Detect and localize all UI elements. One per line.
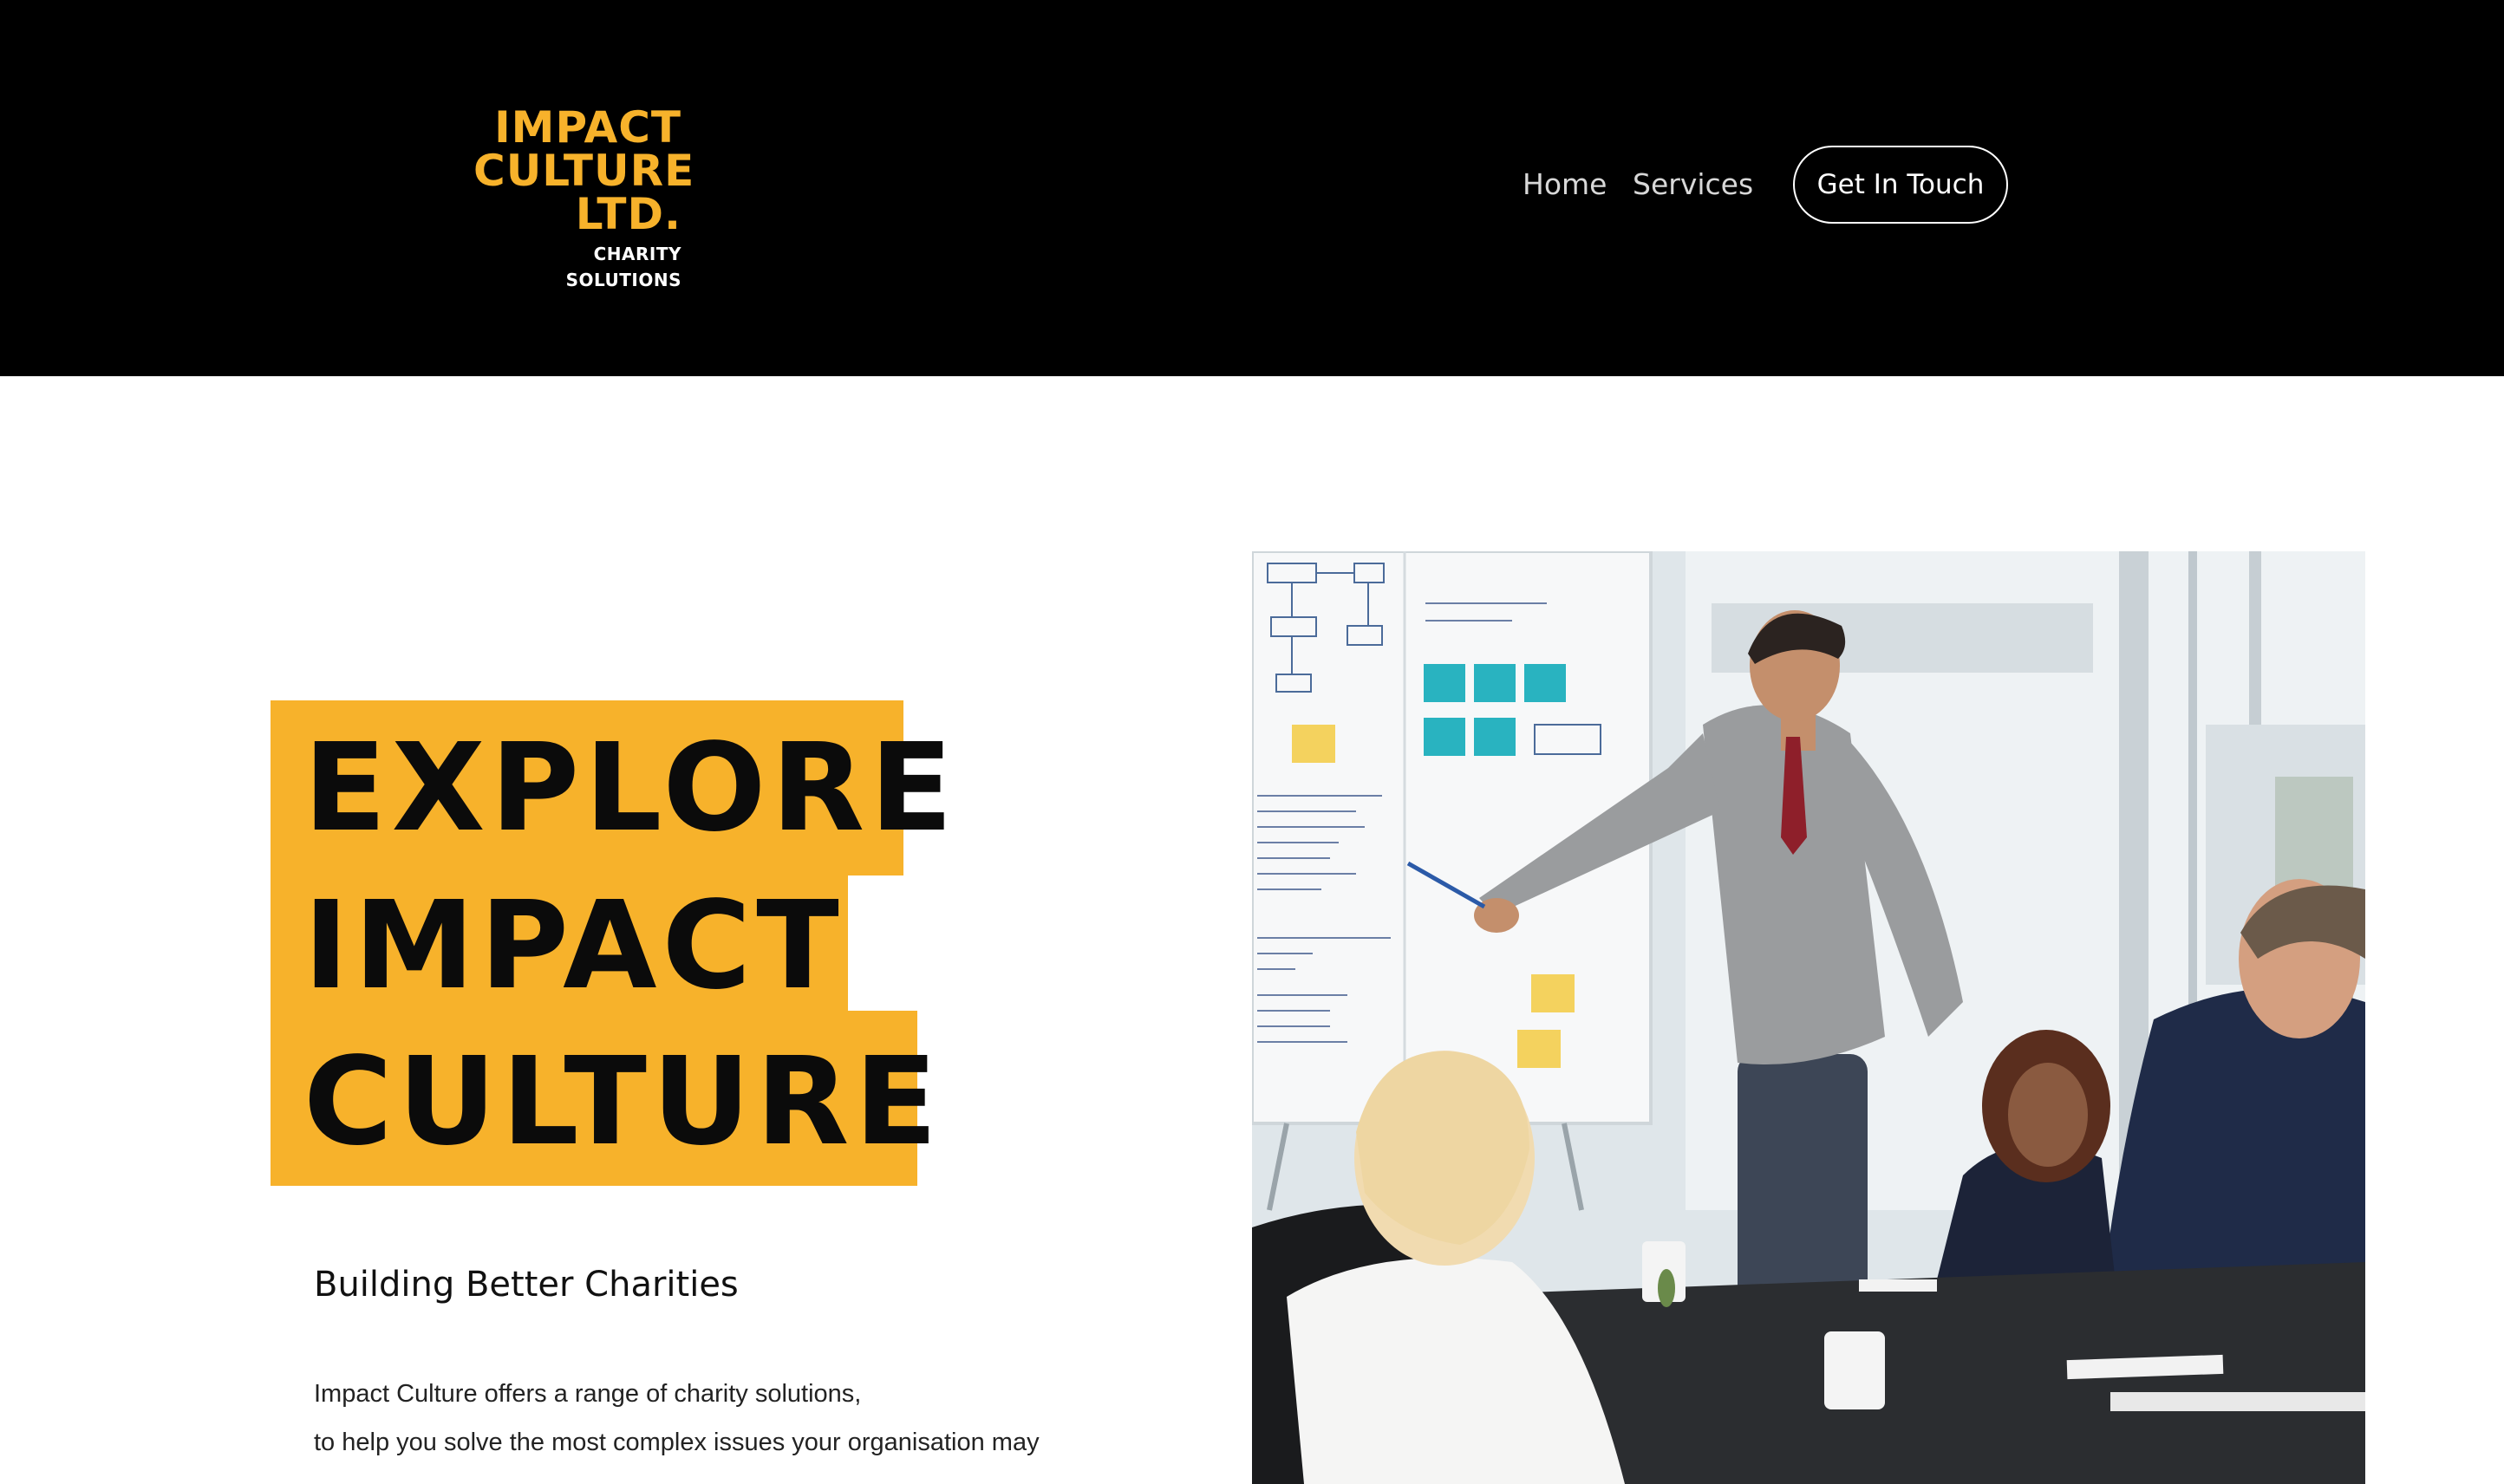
headline-line-culture: CULTURE: [303, 1032, 943, 1173]
site-header: IMPACT CULTURE LTD. CHARITY SOLUTIONS Ho…: [0, 0, 2504, 376]
hero-description-line: Impact Culture offers a range of charity…: [314, 1380, 862, 1408]
hero-photo-meeting: [1252, 551, 2365, 1484]
logo-line-culture: CULTURE: [473, 146, 695, 196]
get-in-touch-button[interactable]: Get In Touch: [1793, 146, 2008, 224]
logo-line-impact: IMPACT: [494, 102, 681, 153]
hero-description-line: to help you solve the most complex issue…: [314, 1429, 1040, 1456]
main-nav: Home Services: [1509, 163, 1769, 206]
hero-description: Impact Culture offers a range of charity…: [314, 1370, 1094, 1467]
hero-subtitle: Building Better Charities: [314, 1265, 739, 1305]
logo-tagline: CHARITY SOLUTIONS: [565, 244, 681, 290]
headline-line-explore: EXPLORE: [303, 718, 958, 859]
logo-line-ltd: LTD.: [575, 189, 681, 239]
logo[interactable]: IMPACT CULTURE LTD. CHARITY SOLUTIONS: [473, 102, 695, 290]
nav-home-link[interactable]: Home: [1523, 163, 1607, 206]
headline-line-impact: IMPACT: [303, 875, 844, 1017]
meeting-illustration: [1252, 551, 2365, 1484]
nav-services-link[interactable]: Services: [1633, 163, 1753, 206]
